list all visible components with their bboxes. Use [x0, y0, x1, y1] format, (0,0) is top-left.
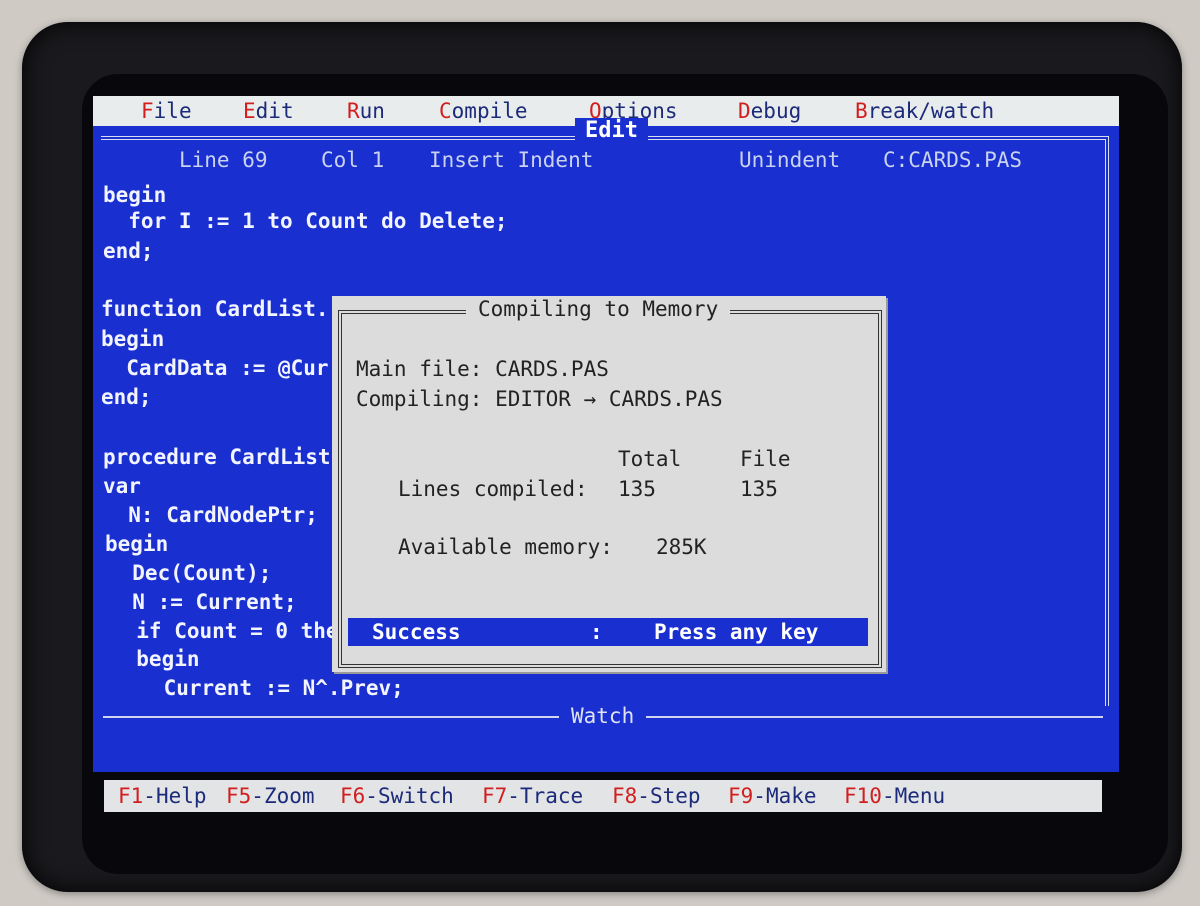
fkey-label: -Switch — [365, 784, 454, 808]
file-column-header: File — [740, 447, 791, 471]
lines-compiled-label: Lines compiled: — [398, 477, 588, 501]
dialog-title: Compiling to Memory — [466, 296, 731, 322]
fkey-label: -Make — [753, 784, 817, 808]
code-line: N := Current; — [107, 590, 297, 614]
code-line: begin — [111, 647, 200, 671]
fkey-key: F6 — [340, 784, 366, 808]
fkey-trace[interactable]: F7-Trace — [482, 780, 583, 812]
fkey-key: F10 — [844, 784, 882, 808]
press-any-key-prompt: Press any key — [654, 620, 819, 644]
menu-label: ompile — [451, 99, 528, 123]
fkey-step[interactable]: F8-Step — [612, 780, 701, 812]
fkey-label: -Step — [637, 784, 701, 808]
fkey-menu[interactable]: F10-Menu — [844, 780, 945, 812]
status-filename: C:CARDS.PAS — [883, 148, 1023, 172]
code-line: begin — [101, 327, 165, 351]
status-unindent: Unindent — [739, 148, 841, 172]
fkey-key: F9 — [728, 784, 754, 808]
fkey-label: -Menu — [881, 784, 946, 808]
function-key-bar: F1-Help F5-Zoom F6-Switch F7-Trace F8-St… — [104, 780, 1102, 812]
code-line: end; — [101, 385, 152, 409]
menu-label: dit — [255, 99, 294, 123]
menu-hotkey: F — [141, 99, 154, 123]
fkey-label: -Trace — [507, 784, 584, 808]
menu-compile[interactable]: Compile — [439, 96, 528, 126]
code-line: N: CardNodePtr; — [103, 503, 318, 527]
menu-hotkey: E — [243, 99, 256, 123]
compile-dialog[interactable]: Compiling to Memory Main file: CARDS.PAS… — [332, 296, 886, 672]
menu-label: un — [359, 99, 385, 123]
status-line: Line 69 — [179, 148, 268, 172]
fkey-zoom[interactable]: F5-Zoom — [226, 780, 315, 812]
menu-hotkey: D — [738, 99, 751, 123]
code-line: begin — [105, 532, 169, 556]
fkey-label: -Help — [143, 784, 207, 808]
fkey-label: -Zoom — [251, 784, 315, 808]
lines-file-value: 135 — [740, 477, 778, 501]
total-column-header: Total — [618, 447, 682, 471]
main-file-text: Main file: CARDS.PAS — [356, 357, 609, 381]
fkey-key: F5 — [226, 784, 252, 808]
result-separator: : — [590, 620, 603, 644]
result-status: Success — [372, 620, 461, 644]
compiling-text: Compiling: EDITOR → CARDS.PAS — [356, 387, 723, 411]
fkey-make[interactable]: F9-Make — [728, 780, 817, 812]
fkey-switch[interactable]: F6-Switch — [340, 780, 454, 812]
menu-break-watch[interactable]: Break/watch — [855, 96, 994, 126]
code-line: Dec(Count); — [107, 561, 272, 585]
menu-debug[interactable]: Debug — [738, 96, 801, 126]
fkey-key: F8 — [612, 784, 638, 808]
code-line: Current := N^.Prev; — [113, 676, 404, 700]
code-line: for I := 1 to Count do Delete; — [103, 209, 508, 233]
menu-hotkey: C — [439, 99, 452, 123]
fkey-key: F7 — [482, 784, 508, 808]
menu-label: reak/watch — [867, 99, 995, 123]
status-col: Col 1 — [321, 148, 385, 172]
fkey-help[interactable]: F1-Help — [118, 780, 207, 812]
menu-label: ebug — [750, 99, 802, 123]
menu-edit[interactable]: Edit — [243, 96, 294, 126]
code-line: var — [103, 474, 141, 498]
menu-file[interactable]: File — [141, 96, 192, 126]
code-line: end; — [103, 239, 154, 263]
code-line: function CardList. — [101, 297, 329, 321]
menu-run[interactable]: Run — [347, 96, 385, 126]
result-bar: Success : Press any key — [348, 618, 868, 646]
editor-title: Edit — [575, 118, 648, 144]
menu-label: ile — [153, 99, 192, 123]
menu-hotkey: R — [347, 99, 360, 123]
watch-title: Watch — [559, 704, 647, 728]
code-line: CardData := @Cur — [101, 356, 329, 380]
code-line: if Count = 0 the — [111, 619, 339, 643]
menu-hotkey: B — [855, 99, 868, 123]
code-line: begin — [103, 183, 167, 207]
status-mode: Insert Indent — [429, 148, 594, 172]
available-memory-label: Available memory: — [398, 535, 613, 559]
fkey-key: F1 — [118, 784, 144, 808]
lines-total-value: 135 — [618, 477, 656, 501]
available-memory-value: 285K — [656, 535, 707, 559]
code-line: procedure CardList — [103, 445, 331, 469]
